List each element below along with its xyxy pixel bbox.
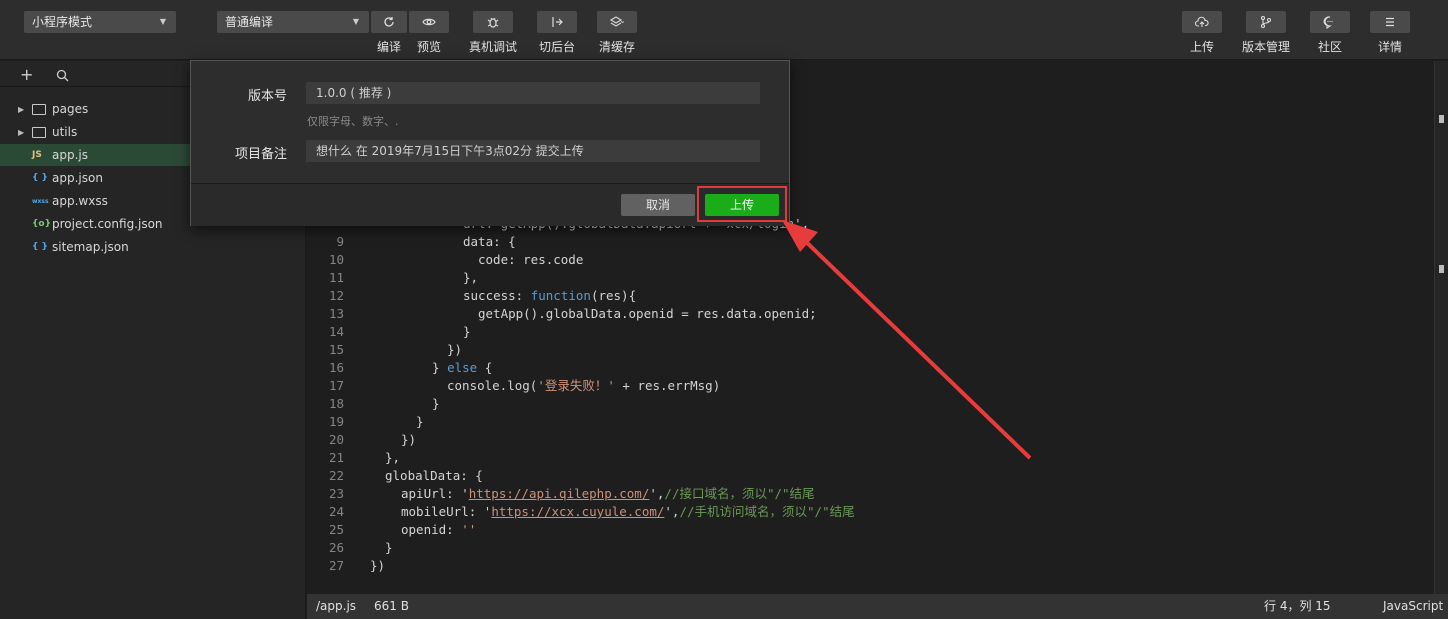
- annotation-arrow-icon: [782, 220, 1032, 460]
